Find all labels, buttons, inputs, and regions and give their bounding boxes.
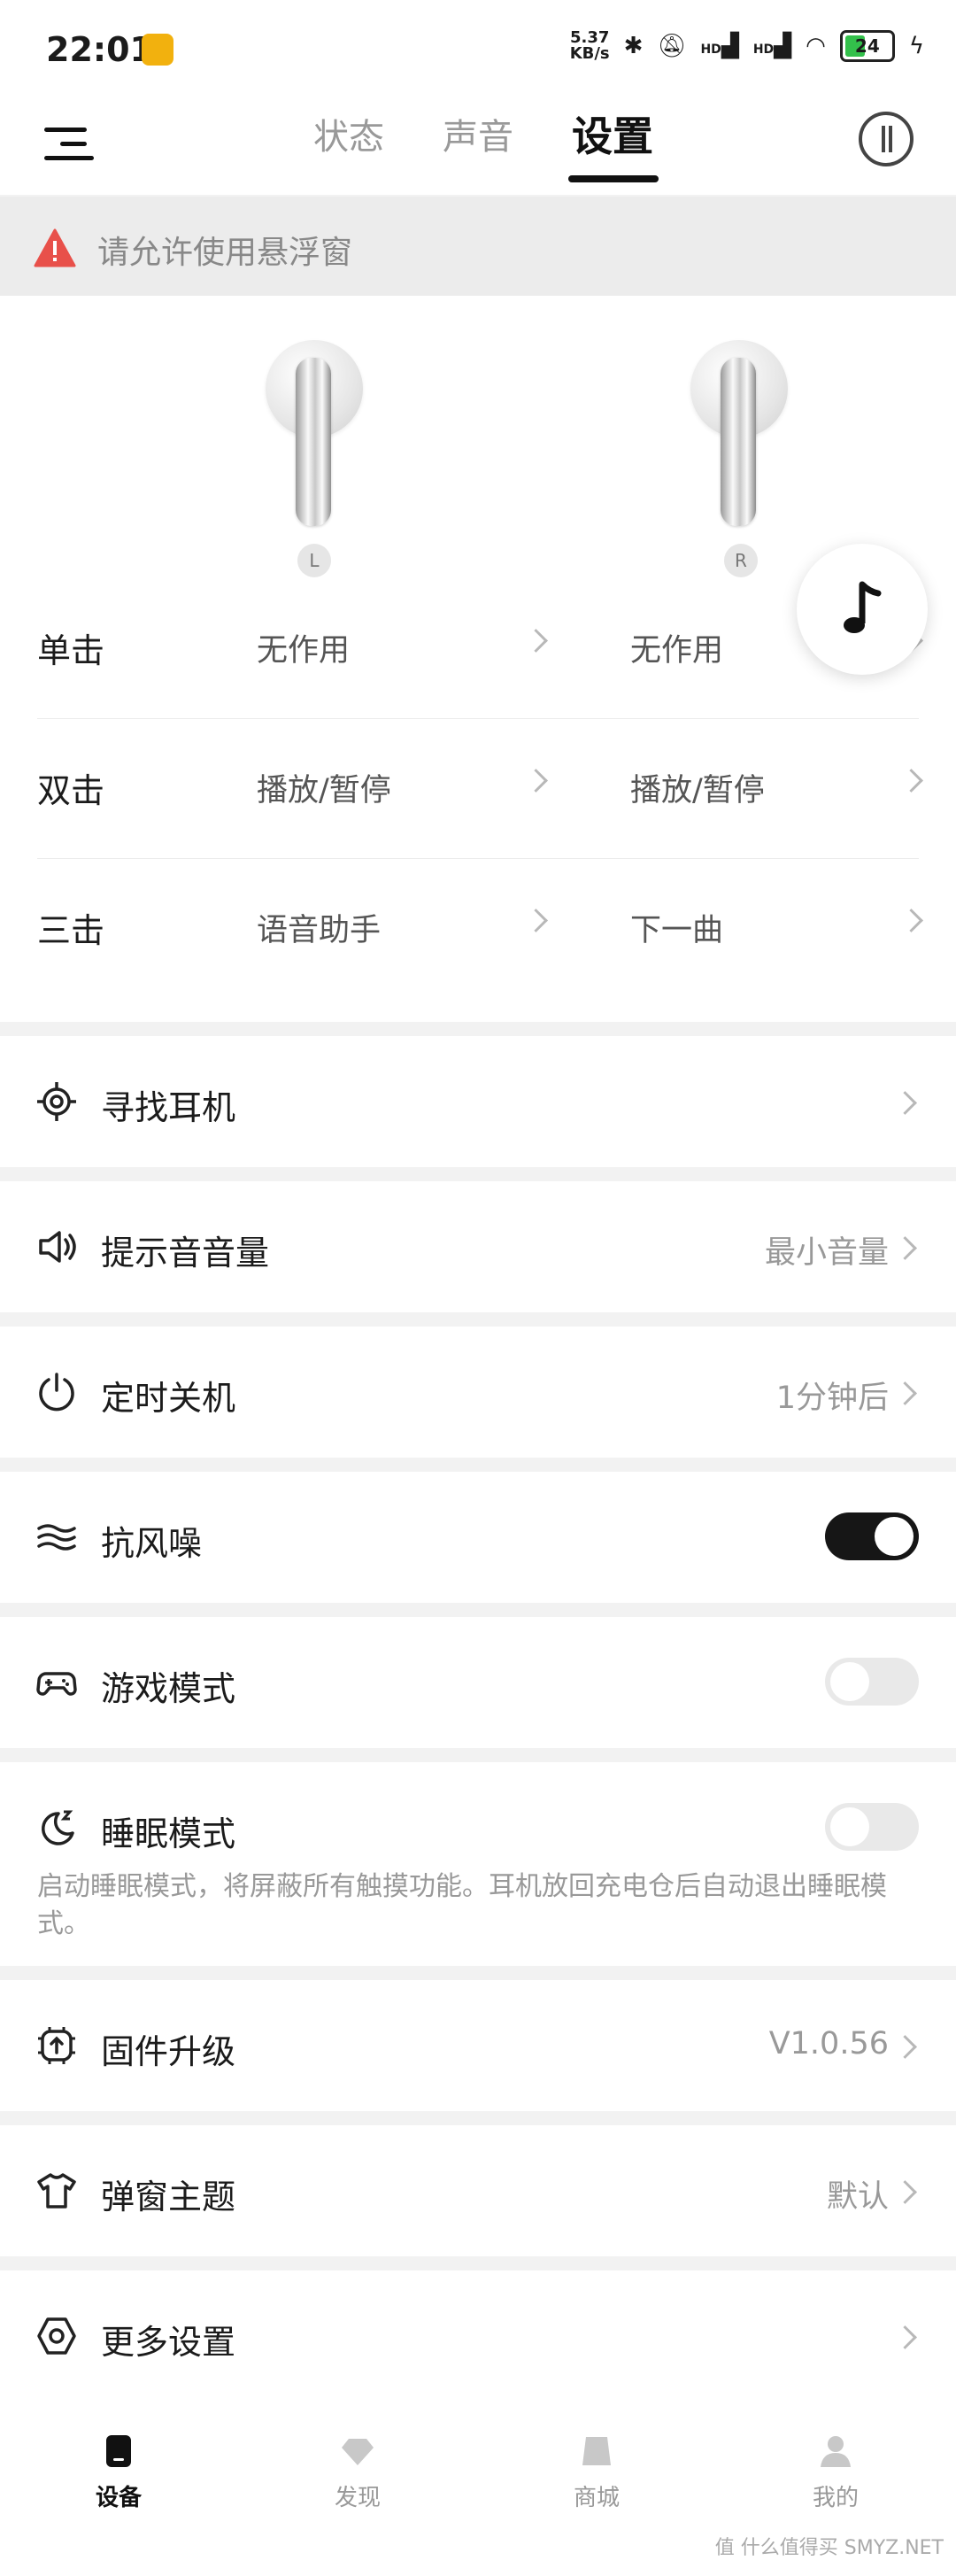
chevron-right-icon [524,769,548,793]
power-icon [39,1373,74,1412]
tshirt-icon [37,2173,76,2209]
floating-window-warning[interactable]: 请允许使用悬浮窗 [0,197,956,296]
game-mode-title: 游戏模式 [101,1669,236,1708]
find-earbuds-title: 寻找耳机 [101,1088,236,1127]
top-nav: 状态 声音 设置 [0,97,956,195]
chevron-right-icon [893,2035,917,2059]
earbuds-illustration: L R [0,296,956,579]
nav-me[interactable]: 我的 [765,2433,906,2512]
right-gesture-value[interactable]: 下一曲 [630,905,723,950]
left-gesture-value[interactable]: 播放/暂停 [257,765,391,810]
chevron-right-icon [893,1091,917,1115]
game-mode-row: 游戏模式 [0,1617,956,1748]
game-mode-toggle[interactable] [825,1658,919,1706]
prompt-volume-title: 提示音音量 [101,1234,270,1273]
chevron-right-icon [893,1381,917,1405]
wind-noise-toggle[interactable] [825,1512,919,1560]
battery-icon: 24 [839,30,895,62]
bottom-nav: 设备 发现 商城 我的 值 什么值得买 SMYZ.NET [0,2400,956,2576]
popup-theme-value: 默认 [826,2179,889,2215]
prompt-volume-value: 最小音量 [764,1235,889,1271]
tab-status[interactable]: 状态 [313,108,384,159]
settings-hexagon-icon [37,2317,76,2355]
wind-noise-title: 抗风噪 [101,1524,203,1563]
status-time: 22:01 [46,30,153,69]
shopping-bag-icon [582,2437,611,2465]
music-note-icon [844,581,882,633]
auto-off-row[interactable]: 定时关机 1分钟后 [0,1327,956,1458]
case-icon[interactable] [859,112,914,166]
gesture-label: 双击 [37,771,105,810]
menu-icon[interactable] [44,122,94,166]
warning-text: 请允许使用悬浮窗 [97,235,353,271]
auto-off-title: 定时关机 [101,1379,236,1418]
nav-device[interactable]: 设备 [48,2433,189,2512]
music-button[interactable] [797,544,928,675]
popup-theme-row[interactable]: 弹窗主题 默认 [0,2125,956,2256]
firmware-version: V1.0.56 [768,2026,889,2062]
find-earbuds-row[interactable]: 寻找耳机 [0,1036,956,1167]
chevron-right-icon [893,2180,917,2204]
firmware-upgrade-icon [38,2027,75,2064]
tab-sound[interactable]: 声音 [443,108,513,159]
diamond-icon [342,2439,374,2465]
auto-off-value: 1分钟后 [775,1381,889,1416]
chevron-right-icon [524,909,548,932]
charging-icon: ϟ [908,33,924,59]
sleep-mode-row: 睡眠模式 启动睡眠模式，将屏蔽所有触摸功能。耳机放回充电仓后自动退出睡眠模式。 [0,1762,956,1966]
tab-settings[interactable]: 设置 [572,104,653,163]
cell-signal-icon-2: HD▟ [752,33,792,59]
notification-app-icon [142,34,173,66]
more-settings-title: 更多设置 [101,2323,236,2362]
network-speed: 5.37 KB/s [569,28,610,63]
wifi-icon: ◠ [806,33,826,59]
right-gesture-value[interactable]: 无作用 [630,625,723,670]
sleep-mode-title: 睡眠模式 [101,1814,236,1853]
chevron-right-icon [893,1236,917,1260]
sleep-mode-description: 启动睡眠模式，将屏蔽所有触摸功能。耳机放回充电仓后自动退出睡眠模式。 [37,1871,887,1939]
status-icons: 5.37 KB/s ✱ 🔕︎ HD▟ HD▟ ◠ 24 ϟ [570,30,924,62]
gesture-label: 单击 [37,631,105,670]
left-earbud-label: L [297,544,331,577]
right-earbud-image [690,340,788,570]
gesture-label: 三击 [37,911,105,950]
nav-store[interactable]: 商城 [526,2433,667,2512]
popup-theme-title: 弹窗主题 [101,2178,236,2216]
wind-icon [37,1524,76,1551]
chevron-right-icon [899,769,923,793]
bluetooth-icon: ✱ [623,33,644,59]
nav-discover[interactable]: 发现 [287,2433,428,2512]
gesture-row: 双击 播放/暂停 播放/暂停 [0,719,956,859]
chevron-right-icon [899,909,923,932]
gesture-row: 三击 语音助手 下一曲 [0,859,956,999]
chevron-right-icon [893,2325,917,2349]
left-gesture-value[interactable]: 语音助手 [257,905,381,950]
wind-noise-row: 抗风噪 [0,1472,956,1603]
tab-indicator [568,175,659,182]
right-gesture-value[interactable]: 播放/暂停 [630,765,765,810]
cell-signal-icon-1: HD▟ [700,33,739,59]
gamepad-icon [36,1672,77,1696]
left-gesture-value[interactable]: 无作用 [257,625,350,670]
moon-icon [42,1810,74,1845]
mute-icon: 🔕︎ [657,33,687,59]
prompt-volume-row[interactable]: 提示音音量 最小音量 [0,1181,956,1312]
firmware-title: 固件升级 [101,2032,236,2071]
status-bar: 22:01 5.37 KB/s ✱ 🔕︎ HD▟ HD▟ ◠ 24 ϟ [0,0,956,97]
chevron-right-icon [524,629,548,653]
right-earbud-label: R [724,544,758,577]
firmware-row[interactable]: 固件升级 V1.0.56 [0,1980,956,2111]
watermark: 值 什么值得买 SMYZ.NET [714,2537,944,2559]
speaker-icon [39,1231,76,1263]
left-earbud-image [266,340,363,570]
warning-icon [34,228,76,267]
more-settings-row[interactable]: 更多设置 [0,2270,956,2400]
sleep-mode-toggle[interactable] [825,1803,919,1851]
device-icon [106,2435,131,2467]
user-icon [821,2436,851,2467]
locate-target-icon [37,1082,76,1121]
